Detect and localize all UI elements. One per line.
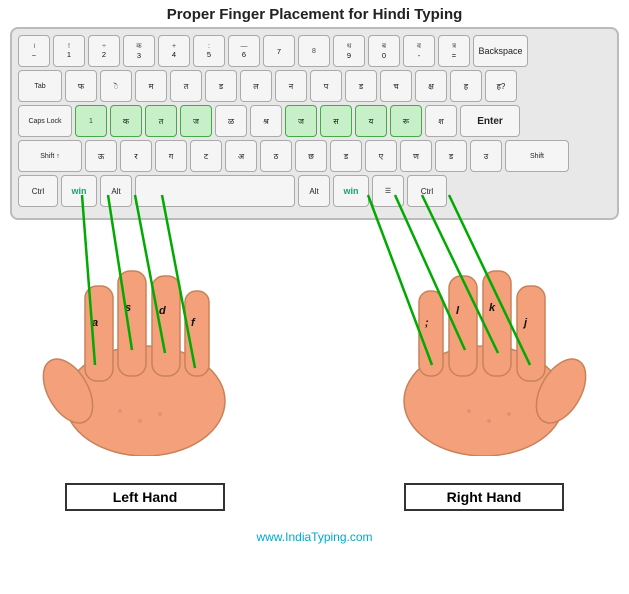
key-6[interactable]: —6	[228, 35, 260, 67]
key-menu[interactable]: ☰	[372, 175, 404, 207]
key-tab[interactable]: Tab	[18, 70, 62, 102]
keyboard: ।~ !1 ÷2 क3 +4 :5 —6 7 8 ध9 ब0 व- त्र= B…	[10, 27, 619, 220]
key-7[interactable]: 7	[263, 35, 295, 67]
key-n[interactable]: ठ	[260, 140, 292, 172]
key-alt-right[interactable]: Alt	[298, 175, 330, 207]
keyboard-row-4: Shift ↑ ऊ र ग ट अ ठ छ ड ए ण ड उ Shift	[18, 140, 611, 172]
key-r[interactable]: त	[170, 70, 202, 102]
key-5[interactable]: :5	[193, 35, 225, 67]
key-k[interactable]: स	[320, 105, 352, 137]
key-f[interactable]: ज	[180, 105, 212, 137]
key-l[interactable]: य	[355, 105, 387, 137]
key-8[interactable]: 8	[298, 35, 330, 67]
key-y[interactable]: ल	[240, 70, 272, 102]
key-j[interactable]: ज	[285, 105, 317, 137]
key-ctrl-left[interactable]: Ctrl	[18, 175, 58, 207]
key-0[interactable]: ब0	[368, 35, 400, 67]
key-semicolon[interactable]: रू	[390, 105, 422, 137]
watermark: www.IndiaTyping.com	[256, 530, 372, 544]
key-m[interactable]: छ	[295, 140, 327, 172]
svg-text:a: a	[92, 317, 98, 329]
key-backtick[interactable]: ।~	[18, 35, 50, 67]
key-s[interactable]: क	[110, 105, 142, 137]
key-w[interactable]: ॆ	[100, 70, 132, 102]
key-lbracket[interactable]: क्ष	[415, 70, 447, 102]
key-u[interactable]: न	[275, 70, 307, 102]
key-slash2[interactable]: ड	[435, 140, 467, 172]
key-b[interactable]: अ	[225, 140, 257, 172]
key-enter[interactable]: Enter	[460, 105, 520, 137]
key-slash3[interactable]: उ	[470, 140, 502, 172]
key-comma[interactable]: ड	[330, 140, 362, 172]
right-hand-image: j k l ;	[369, 226, 599, 461]
key-a[interactable]: 1	[75, 105, 107, 137]
key-caps-lock[interactable]: Caps Lock	[18, 105, 72, 137]
key-equals[interactable]: त्र=	[438, 35, 470, 67]
left-hand-label: Left Hand	[65, 483, 225, 511]
key-x[interactable]: र	[120, 140, 152, 172]
key-h[interactable]: श्र	[250, 105, 282, 137]
left-hand-image: a s d f	[30, 226, 260, 461]
key-minus[interactable]: व-	[403, 35, 435, 67]
page-title: Proper Finger Placement for Hindi Typing	[0, 0, 629, 27]
key-win-right[interactable]: win	[333, 175, 369, 207]
key-z[interactable]: ऊ	[85, 140, 117, 172]
key-shift-right[interactable]: Shift	[505, 140, 569, 172]
key-alt-left[interactable]: Alt	[100, 175, 132, 207]
key-win-left[interactable]: win	[61, 175, 97, 207]
key-quote[interactable]: श	[425, 105, 457, 137]
key-rbracket[interactable]: ह	[450, 70, 482, 102]
key-9[interactable]: ध9	[333, 35, 365, 67]
key-slash[interactable]: ण	[400, 140, 432, 172]
key-d[interactable]: त	[145, 105, 177, 137]
key-p[interactable]: च	[380, 70, 412, 102]
keyboard-row-3: Caps Lock 1 क त ज ळ श्र ज स य रू श Enter	[18, 105, 611, 137]
key-q[interactable]: फ	[65, 70, 97, 102]
svg-text:s: s	[125, 302, 131, 314]
key-space[interactable]	[135, 175, 295, 207]
hands-area: a s d f Left Hand	[0, 226, 629, 516]
right-hand-container: j k l ; Right Hand	[359, 226, 609, 511]
key-4[interactable]: +4	[158, 35, 190, 67]
key-o[interactable]: ड	[345, 70, 377, 102]
right-hand-label: Right Hand	[404, 483, 564, 511]
key-period[interactable]: ए	[365, 140, 397, 172]
svg-text:d: d	[159, 305, 166, 317]
keyboard-row-5: Ctrl win Alt Alt win ☰ Ctrl	[18, 175, 611, 207]
keyboard-row-1: ।~ !1 ÷2 क3 +4 :5 —6 7 8 ध9 ब0 व- त्र= B…	[18, 35, 611, 67]
key-2[interactable]: ÷2	[88, 35, 120, 67]
key-ctrl-right[interactable]: Ctrl	[407, 175, 447, 207]
keyboard-row-2: Tab फ ॆ म त ड ल न प ड च क्ष ह ह?	[18, 70, 611, 102]
key-shift-left[interactable]: Shift ↑	[18, 140, 82, 172]
key-g[interactable]: ळ	[215, 105, 247, 137]
svg-text:;: ;	[425, 317, 429, 329]
key-e[interactable]: म	[135, 70, 167, 102]
key-v[interactable]: ट	[190, 140, 222, 172]
key-1[interactable]: !1	[53, 35, 85, 67]
key-i[interactable]: प	[310, 70, 342, 102]
svg-text:k: k	[489, 302, 496, 314]
key-backslash[interactable]: ह?	[485, 70, 517, 102]
key-backspace[interactable]: Backspace	[473, 35, 528, 67]
key-c[interactable]: ग	[155, 140, 187, 172]
key-t[interactable]: ड	[205, 70, 237, 102]
left-hand-container: a s d f Left Hand	[20, 226, 270, 511]
key-3[interactable]: क3	[123, 35, 155, 67]
